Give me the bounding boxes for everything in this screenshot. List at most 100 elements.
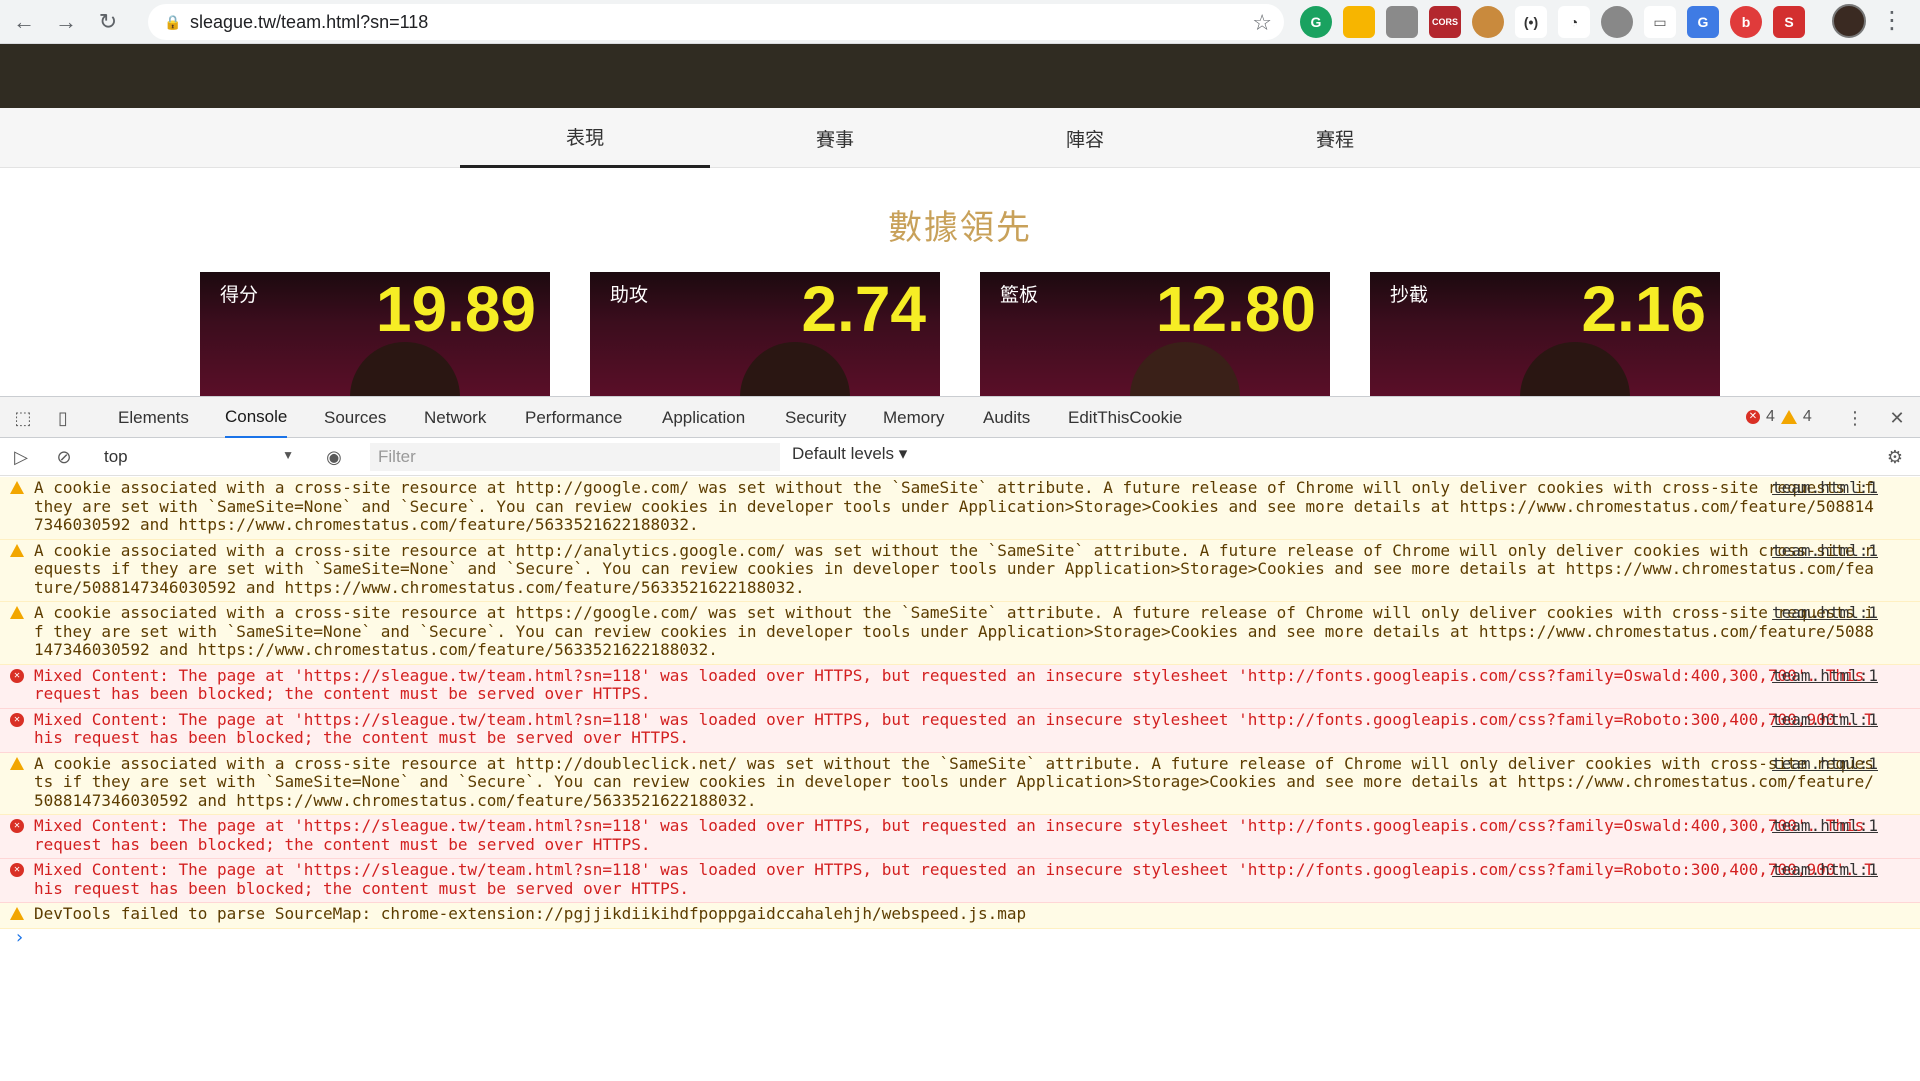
inspect-element-icon[interactable]: ⬚ (12, 407, 34, 429)
player-photo (350, 342, 460, 396)
log-levels-select[interactable]: Default levels ▾ (792, 444, 907, 464)
devtools-tab-audits[interactable]: Audits (983, 397, 1030, 438)
message-text: A cookie associated with a cross-site re… (34, 603, 1874, 659)
tab-performance[interactable]: 表現 (460, 108, 710, 168)
browser-menu-icon[interactable]: ⋮ (1880, 6, 1904, 35)
devtools-tab-sources[interactable]: Sources (324, 397, 386, 438)
devtools-tab-console[interactable]: Console (225, 397, 288, 438)
devtools-tab-security[interactable]: Security (785, 397, 846, 438)
bookmark-star-icon[interactable]: ☆ (1252, 10, 1272, 36)
stat-card-steals[interactable]: 抄截 2.16 (1370, 272, 1720, 396)
warning-icon (10, 756, 24, 770)
message-source-link[interactable]: team.html:1 (1772, 710, 1878, 730)
warning-count: 4 (1802, 408, 1812, 425)
message-text: A cookie associated with a cross-site re… (34, 478, 1884, 534)
message-text: Mixed Content: The page at 'https://slea… (34, 860, 1874, 898)
gear-icon[interactable]: ⚙ (1884, 446, 1906, 468)
warning-icon (10, 907, 24, 920)
message-source-link[interactable]: team.html:1 (1772, 666, 1878, 686)
settings-icon[interactable] (1601, 6, 1633, 38)
console-error-message[interactable]: ✕ Mixed Content: The page at 'https://sle… (0, 815, 1920, 859)
stat-card-assists[interactable]: 助攻 2.74 (590, 272, 940, 396)
console-error-message[interactable]: ✕ Mixed Content: The page at 'https://sle… (0, 708, 1920, 753)
devtools-tab-memory[interactable]: Memory (883, 397, 944, 438)
speed-icon[interactable]: ◔ (1558, 6, 1590, 38)
devtools-tab-elements[interactable]: Elements (118, 397, 189, 438)
console-error-message[interactable]: ✕ Mixed Content: The page at 'https://sle… (0, 664, 1920, 709)
console-prompt[interactable]: › (0, 928, 1920, 951)
devtools-tab-performance[interactable]: Performance (525, 397, 622, 438)
grammarly-icon[interactable]: G (1300, 6, 1332, 38)
tab-roster[interactable]: 陣容 (960, 108, 1210, 168)
device-toolbar-icon[interactable]: ▯ (52, 407, 74, 429)
cors-icon[interactable]: CORS (1429, 6, 1461, 38)
console-error-message[interactable]: ✕ Mixed Content: The page at 'https://sle… (0, 859, 1920, 903)
translate-icon[interactable]: G (1687, 6, 1719, 38)
error-icon: ✕ (1746, 410, 1760, 424)
warning-icon (1780, 410, 1797, 424)
eye-icon[interactable]: ◉ (323, 446, 345, 468)
filter-input[interactable]: Filter (370, 443, 780, 471)
stat-value: 2.16 (1581, 273, 1706, 345)
error-icon: ✕ (10, 668, 24, 683)
cast-icon[interactable]: ▭ (1644, 6, 1676, 38)
clear-console-icon[interactable]: ⊘ (53, 446, 75, 468)
message-text: DevTools failed to parse SourceMap: chro… (34, 904, 1027, 923)
player-photo (740, 342, 850, 396)
extension-icon[interactable]: S (1773, 6, 1805, 38)
devtools-menu-icon[interactable]: ⋮ (1844, 407, 1866, 429)
console-warning-message[interactable]: A cookie associated with a cross-site re… (0, 539, 1920, 602)
issue-counts[interactable]: ✕ 4 4 (1746, 408, 1812, 426)
stat-label: 籃板 (1000, 285, 1039, 306)
message-source-link[interactable]: team.html:1 (1772, 541, 1878, 561)
stat-label: 助攻 (610, 285, 649, 306)
context-select[interactable]: top ▼ (96, 444, 300, 470)
message-text: Mixed Content: The page at 'https://slea… (34, 709, 1874, 747)
close-icon[interactable]: ✕ (1886, 407, 1908, 429)
message-source-link[interactable]: team.html:1 (1772, 860, 1878, 880)
lock-icon: 🔒 (164, 14, 182, 30)
tab-games[interactable]: 賽事 (710, 108, 960, 168)
stat-card-points[interactable]: 得分 19.89 (200, 272, 550, 396)
extension-icon[interactable] (1386, 6, 1418, 38)
avatar[interactable] (1832, 4, 1866, 38)
devtools-tab-network[interactable]: Network (424, 397, 486, 438)
stat-value: 2.74 (801, 273, 926, 345)
warning-icon (10, 481, 24, 494)
player-photo (1130, 342, 1240, 396)
message-source-link[interactable]: team.html:1 (1772, 816, 1878, 836)
message-source-link[interactable]: team.html:1 (1772, 603, 1878, 623)
extension-icon[interactable] (1343, 6, 1375, 38)
devtools-tab-editthiscookie[interactable]: EditThisCookie (1068, 397, 1182, 438)
console-toolbar: ▷ ⊘ top ▼ ◉ Filter Default levels ▾ ⚙ (0, 438, 1920, 476)
extension-icons: G CORS (•) ◔ ▭ G b S (1300, 6, 1805, 38)
console-warning-message[interactable]: A cookie associated with a cross-site re… (0, 752, 1920, 815)
back-icon[interactable]: ← (6, 4, 42, 40)
tab-schedule[interactable]: 賽程 (1210, 108, 1460, 168)
console-warning-message[interactable]: A cookie associated with a cross-site re… (0, 602, 1920, 665)
error-icon: ✕ (10, 863, 24, 877)
console-warning-message[interactable]: A cookie associated with a cross-site re… (0, 477, 1920, 540)
error-icon: ✕ (10, 819, 24, 833)
extension-icon[interactable]: b (1730, 6, 1762, 38)
forward-icon[interactable]: → (48, 4, 84, 40)
address-bar[interactable]: 🔒 sleague.tw/team.html?sn=118 ☆ (148, 4, 1284, 40)
log-levels-label: Default levels (792, 444, 895, 463)
message-source-link[interactable]: team.html:1 (1772, 478, 1878, 498)
stat-card-rebounds[interactable]: 籃板 12.80 (980, 272, 1330, 396)
url-text[interactable]: sleague.tw/team.html?sn=118 (190, 12, 428, 33)
stat-value: 12.80 (1155, 273, 1316, 345)
stat-value: 19.89 (375, 273, 536, 345)
sidebar-toggle-icon[interactable]: ▷ (10, 446, 32, 468)
extension-icon[interactable]: (•) (1515, 6, 1547, 38)
devtools-tabbar: ⬚ ▯ Elements Console Sources Network Per… (0, 397, 1920, 438)
message-source-link[interactable]: team.html:1 (1772, 754, 1878, 774)
cookie-icon[interactable] (1472, 6, 1504, 38)
chevron-down-icon: ▼ (282, 448, 294, 462)
devtools-tab-application[interactable]: Application (662, 397, 745, 438)
console-messages: A cookie associated with a cross-site re… (0, 477, 1920, 1081)
reload-icon[interactable]: ↻ (90, 4, 126, 40)
message-text: Mixed Content: The page at 'https://slea… (34, 816, 1874, 854)
warning-icon (10, 606, 24, 619)
console-warning-message[interactable]: DevTools failed to parse SourceMap: chro… (0, 903, 1920, 929)
